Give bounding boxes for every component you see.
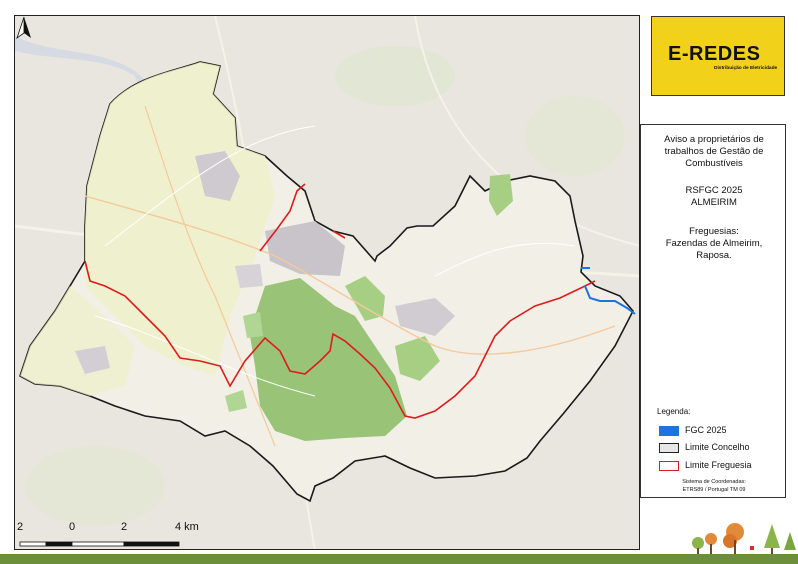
legend-label-concelho: Limite Concelho [685,442,750,452]
title-line-2: trabalhos de Gestão de [664,146,764,157]
eredes-logo: E-REDES Distribuição de Eletricidade [651,16,785,96]
program-name: RSFGC 2025 [685,185,743,196]
scale-label-zero: 0 [69,521,76,533]
legend-swatch-freguesia [659,461,679,471]
coord-system-label: Sistema de Coordenadas: [682,479,746,485]
title-line-3: Combustíveis [685,158,743,169]
trees-decoration-icon [692,523,796,556]
info-panel: Aviso a proprietários de trabalhos de Ge… [640,124,786,498]
legend-title: Legenda: [657,407,691,416]
legend-swatch-fgc [659,426,679,436]
legend-label-freguesia: Limite Freguesia [685,460,752,470]
legend-label-fgc: FGC 2025 [685,425,727,435]
municipality-name: ALMEIRIM [691,197,737,208]
logo-subtitle: Distribuição de Eletricidade [714,66,778,71]
scale-bar [19,541,180,547]
scale-label-left: 2 [17,521,24,533]
north-arrow-icon [16,16,31,40]
basemap [15,16,639,549]
parish-line-2: Raposa. [696,250,732,261]
map-frame[interactable]: 2 0 2 4 km [14,15,640,550]
coord-system-value: ETRS89 / Portugal TM 09 [682,487,746,493]
scale-label-mid: 2 [121,521,128,533]
legend-swatch-concelho [659,443,679,453]
parishes-label: Freguesias: [689,226,739,237]
logo-text: E-REDES [668,43,761,65]
title-line-1: Aviso a proprietários de [664,134,764,145]
bottom-decorative-bar [0,554,798,564]
scale-label-end: 4 km [175,521,199,533]
parish-line-1: Fazendas de Almeirim, [665,238,763,249]
